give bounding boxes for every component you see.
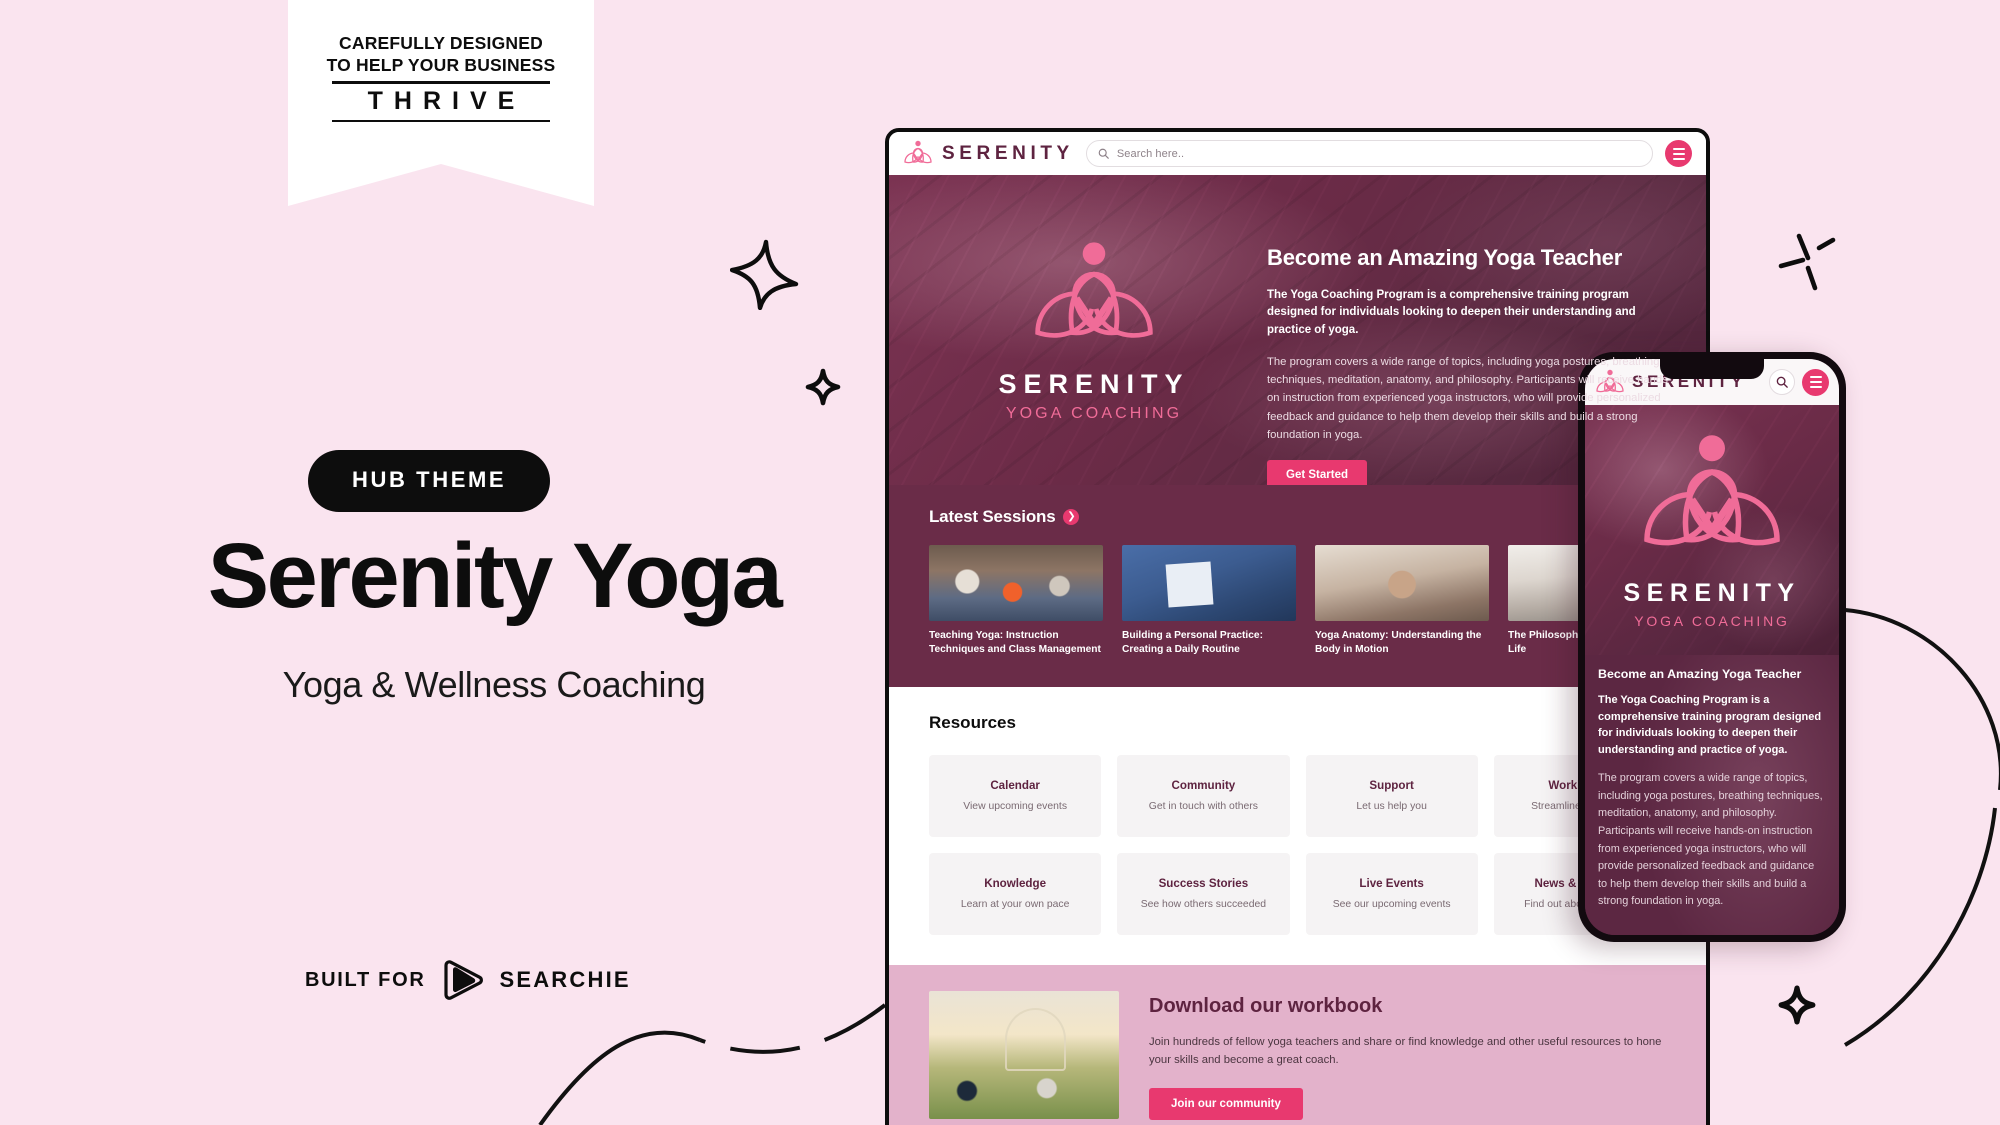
hero-logo-tagline: YOGA COACHING bbox=[1005, 405, 1183, 422]
workbook-image bbox=[929, 990, 1119, 1119]
lotus-logo-icon bbox=[1644, 434, 1780, 545]
search-icon bbox=[1098, 148, 1109, 159]
hub-theme-badge: HUB THEME bbox=[308, 450, 551, 512]
ribbon-thrive-word: THRIVE bbox=[367, 86, 526, 115]
ribbon-line-2: TO HELP YOUR BUSINESS bbox=[326, 55, 556, 76]
ribbon-divider-top bbox=[332, 81, 550, 84]
searchie-wordmark: SEARCHIE bbox=[499, 967, 631, 992]
lotus-logo-icon bbox=[904, 140, 932, 164]
workbook-title: Download our workbook bbox=[1149, 994, 1383, 1017]
ribbon-divider-bottom bbox=[332, 119, 550, 123]
session-card-list: Teaching Yoga: Instruction Techniques an… bbox=[929, 545, 1682, 657]
get-started-button[interactable]: Get Started bbox=[1267, 460, 1367, 485]
hamburger-menu-icon[interactable] bbox=[1665, 140, 1692, 167]
chevron-right-icon[interactable]: ❯ bbox=[1063, 509, 1080, 525]
sparkle-large-icon bbox=[730, 239, 799, 310]
resource-card-title: Support bbox=[1369, 779, 1414, 793]
site-header: SERENITY Search here.. bbox=[889, 132, 1706, 175]
poster-canvas: CAREFULLY DESIGNED TO HELP YOUR BUSINESS… bbox=[0, 0, 2000, 1125]
built-for-label: BUILT FOR bbox=[305, 968, 426, 991]
resource-card-subtitle: Learn at your own pace bbox=[960, 899, 1070, 911]
sparkle-small-icon bbox=[1778, 985, 1816, 1025]
sparkle-small-icon bbox=[805, 368, 841, 406]
hero-logo-name: SERENITY bbox=[998, 369, 1190, 399]
session-card[interactable]: Building a Personal Practice: Creating a… bbox=[1122, 545, 1296, 657]
resources-title: Resources bbox=[929, 712, 1016, 732]
session-thumbnail bbox=[1122, 545, 1296, 621]
hero-body: The program covers a wide range of topic… bbox=[1267, 355, 1672, 441]
mobile-logo-tagline: YOGA COACHING bbox=[1634, 612, 1790, 629]
resource-card-title: Community bbox=[1171, 779, 1236, 793]
session-card-title: Teaching Yoga: Instruction Techniques an… bbox=[929, 630, 1101, 655]
session-thumbnail bbox=[1315, 545, 1489, 621]
search-glyph bbox=[1776, 376, 1788, 388]
resource-card-subtitle: See our upcoming events bbox=[1332, 899, 1451, 911]
hero-title: Become an Amazing Yoga Teacher bbox=[1267, 245, 1623, 270]
resource-card-support[interactable]: Support Let us help you bbox=[1305, 754, 1478, 837]
session-card[interactable]: Teaching Yoga: Instruction Techniques an… bbox=[929, 545, 1103, 657]
resource-card-title: Knowledge bbox=[984, 877, 1047, 891]
mobile-content: Become an Amazing Yoga Teacher The Yoga … bbox=[1585, 655, 1839, 935]
session-card-title: Yoga Anatomy: Understanding the Body in … bbox=[1315, 630, 1482, 655]
resource-card-calendar[interactable]: Calendar View upcoming events bbox=[929, 754, 1102, 837]
mobile-lead: The Yoga Coaching Program is a comprehen… bbox=[1598, 694, 1822, 757]
resource-card-title: Calendar bbox=[990, 779, 1040, 793]
page-title: Serenity Yoga bbox=[207, 525, 783, 627]
resource-card-title: Live Events bbox=[1359, 877, 1424, 891]
resource-card-success-stories[interactable]: Success Stories See how others succeeded bbox=[1117, 852, 1290, 935]
mobile-body: The program covers a wide range of topic… bbox=[1598, 771, 1823, 908]
hero-logo-lockup: SERENITY YOGA COACHING bbox=[929, 205, 1259, 485]
workbook-section: Download our workbook Join hundreds of f… bbox=[889, 964, 1706, 1125]
built-for-searchie: BUILT FOR SEARCHIE bbox=[305, 960, 631, 1000]
session-card[interactable]: Yoga Anatomy: Understanding the Body in … bbox=[1315, 545, 1489, 657]
resource-card-knowledge[interactable]: Knowledge Learn at your own pace bbox=[929, 852, 1102, 935]
latest-sessions-title: Latest Sessions bbox=[929, 507, 1056, 526]
page-subtitle: Yoga & Wellness Coaching bbox=[282, 664, 706, 705]
resource-card-title: Success Stories bbox=[1158, 877, 1249, 891]
resources-grid: Calendar View upcoming events Community … bbox=[929, 754, 1666, 935]
searchie-play-icon bbox=[444, 960, 484, 1000]
search-input[interactable]: Search here.. bbox=[1085, 140, 1653, 167]
resource-card-subtitle: View upcoming events bbox=[963, 801, 1068, 813]
resource-card-subtitle: Get in touch with others bbox=[1148, 801, 1258, 813]
resource-card-live-events[interactable]: Live Events See our upcoming events bbox=[1305, 852, 1478, 935]
resource-card-subtitle: Let us help you bbox=[1356, 801, 1427, 813]
mobile-title: Become an Amazing Yoga Teacher bbox=[1598, 667, 1802, 681]
ribbon-line-1: CAREFULLY DESIGNED bbox=[339, 33, 543, 53]
lotus-logo-icon bbox=[1035, 242, 1153, 338]
search-icon[interactable] bbox=[1769, 369, 1795, 395]
thrive-ribbon-banner: CAREFULLY DESIGNED TO HELP YOUR BUSINESS… bbox=[288, 0, 594, 206]
hamburger-menu-icon[interactable] bbox=[1802, 368, 1829, 396]
resource-card-community[interactable]: Community Get in touch with others bbox=[1117, 754, 1290, 837]
hero-lead: The Yoga Coaching Program is a comprehen… bbox=[1267, 289, 1636, 336]
site-brand-name: SERENITY bbox=[942, 142, 1074, 164]
phone-notch bbox=[1660, 359, 1764, 379]
hero-section: SERENITY YOGA COACHING Become an Amazing… bbox=[889, 175, 1706, 485]
workbook-body: Join hundreds of fellow yoga teachers an… bbox=[1149, 1035, 1662, 1067]
site-logo[interactable]: SERENITY bbox=[903, 140, 1074, 167]
sparkle-burst-icon bbox=[1778, 233, 1836, 291]
session-thumbnail bbox=[929, 545, 1103, 621]
resource-card-subtitle: See how others succeeded bbox=[1140, 899, 1267, 911]
join-community-button[interactable]: Join our community bbox=[1149, 1087, 1303, 1120]
mobile-logo-name: SERENITY bbox=[1623, 578, 1801, 607]
session-card-title: Building a Personal Practice: Creating a… bbox=[1122, 630, 1263, 655]
search-placeholder: Search here.. bbox=[1116, 147, 1185, 160]
